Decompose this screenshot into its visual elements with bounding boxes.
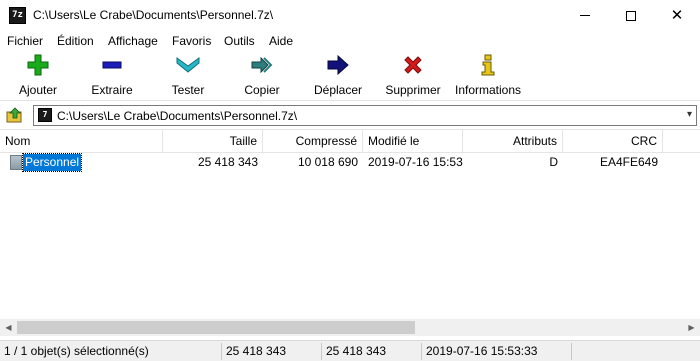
title-bar: 7z C:\Users\Le Crabe\Documents\Personnel… (0, 0, 700, 31)
test-button[interactable]: Tester (164, 53, 212, 99)
menu-fichier[interactable]: Fichier (7, 34, 43, 48)
minimize-icon (580, 15, 590, 16)
table-row[interactable]: Personnel 25 418 343 10 018 690 2019-07-… (0, 153, 700, 172)
column-packed[interactable]: Compressé (263, 130, 363, 153)
scroll-thumb[interactable] (17, 321, 415, 334)
status-size: 25 418 343 (222, 343, 322, 360)
row-packed: 10 018 690 (297, 155, 358, 169)
archive-icon: 7 (38, 108, 52, 122)
status-date: 2019-07-16 15:53:33 (422, 343, 572, 360)
maximize-icon (626, 10, 636, 21)
menu-outils[interactable]: Outils (224, 34, 255, 48)
horizontal-scrollbar[interactable]: ◀ ▶ (0, 319, 700, 336)
close-icon: ✕ (670, 6, 684, 24)
column-name[interactable]: Nom (0, 130, 163, 153)
extract-button[interactable]: Extraire (86, 53, 138, 99)
close-button[interactable]: ✕ (654, 0, 700, 31)
info-button[interactable]: Informations (452, 53, 524, 99)
scroll-left-icon[interactable]: ◀ (0, 319, 17, 336)
row-modified: 2019-07-16 15:53 (368, 155, 463, 169)
right-arrow-icon (326, 53, 350, 77)
column-modified[interactable]: Modifié le (363, 130, 463, 153)
menu-aide[interactable]: Aide (269, 34, 293, 48)
move-button[interactable]: Déplacer (312, 53, 364, 99)
menu-affichage[interactable]: Affichage (108, 34, 158, 48)
window-title: C:\Users\Le Crabe\Documents\Personnel.7z… (33, 8, 274, 22)
address-input[interactable]: 7 C:\Users\Le Crabe\Documents\Personnel.… (33, 105, 697, 126)
menu-edition[interactable]: Édition (57, 34, 94, 48)
row-crc: EA4FE649 (599, 155, 658, 169)
info-icon (476, 53, 500, 77)
info-label: Informations (454, 83, 522, 97)
check-chevron-icon (176, 53, 200, 77)
double-arrow-icon (250, 53, 274, 77)
column-header: Nom Taille Compressé Modifié le Attribut… (0, 130, 700, 153)
row-name[interactable]: Personnel (21, 153, 83, 172)
move-label: Déplacer (313, 83, 363, 97)
copy-label: Copier (244, 83, 280, 97)
scroll-right-icon[interactable]: ▶ (683, 319, 700, 336)
column-crc[interactable]: CRC (563, 130, 663, 153)
delete-button[interactable]: Supprimer (383, 53, 443, 99)
toolbar: Ajouter Extraire Tester Copier Déplacer … (0, 51, 700, 101)
minus-icon (100, 53, 124, 77)
status-selection: 1 / 1 objet(s) sélectionné(s) (0, 343, 222, 360)
status-bar: 1 / 1 objet(s) sélectionné(s) 25 418 343… (0, 340, 700, 361)
column-attributes[interactable]: Attributs (463, 130, 563, 153)
chevron-down-icon[interactable]: ▾ (687, 109, 692, 120)
add-label: Ajouter (18, 83, 58, 97)
app-7zip-icon: 7z (9, 7, 26, 24)
delete-label: Supprimer (385, 83, 441, 97)
menu-bar: Fichier Édition Affichage Favoris Outils… (0, 31, 700, 51)
address-path: C:\Users\Le Crabe\Documents\Personnel.7z… (57, 109, 298, 123)
maximize-button[interactable] (608, 0, 654, 31)
folder-icon (10, 155, 22, 170)
minimize-button[interactable] (562, 0, 608, 31)
file-list[interactable]: Nom Taille Compressé Modifié le Attribut… (0, 129, 700, 337)
status-size-2: 25 418 343 (322, 343, 422, 360)
column-size[interactable]: Taille (163, 130, 263, 153)
test-label: Tester (171, 83, 205, 97)
plus-icon (26, 53, 50, 77)
x-icon (401, 53, 425, 77)
row-attributes: D (549, 155, 558, 169)
parent-folder-button[interactable] (5, 106, 25, 124)
extract-label: Extraire (91, 83, 133, 97)
menu-favoris[interactable]: Favoris (172, 34, 211, 48)
address-bar: 7 C:\Users\Le Crabe\Documents\Personnel.… (0, 103, 700, 127)
copy-button[interactable]: Copier (238, 53, 286, 99)
row-size: 25 418 343 (197, 155, 258, 169)
folder-up-icon (6, 107, 22, 123)
add-button[interactable]: Ajouter (14, 53, 62, 99)
